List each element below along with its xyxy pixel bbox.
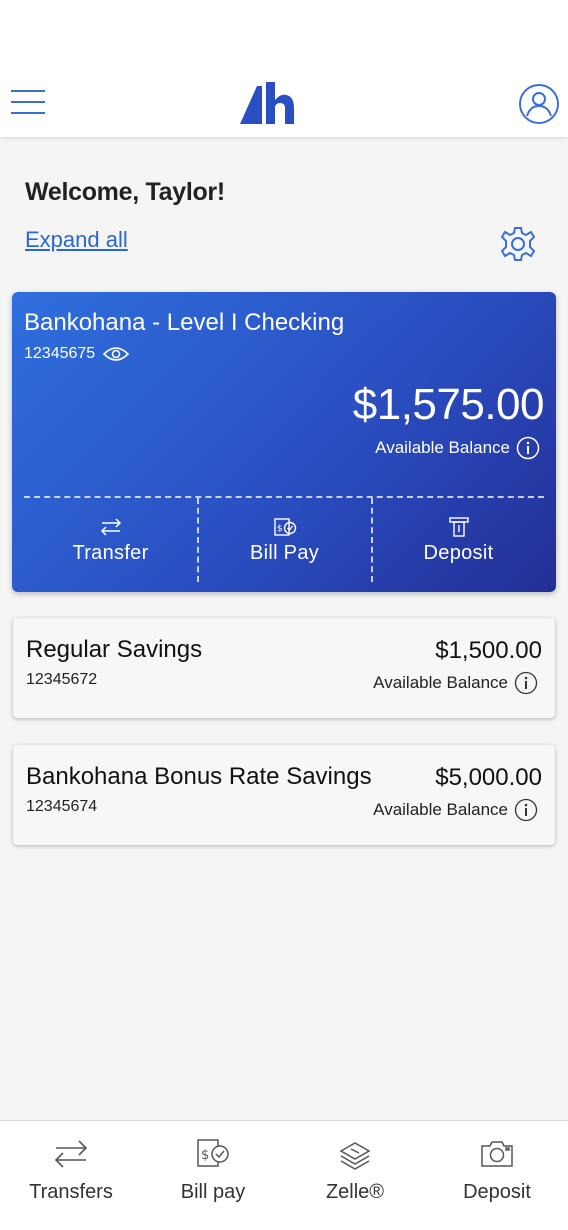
savings-account-card[interactable]: Regular Savings 12345672 $1,500.00 Avail… [13, 618, 555, 718]
available-balance-label: Available Balance [375, 438, 510, 457]
available-balance-row: Available Balance [375, 436, 540, 460]
nav-transfers[interactable]: Transfers [0, 1137, 142, 1217]
app-header [0, 68, 568, 138]
expand-all-link[interactable]: Expand all [25, 227, 128, 253]
account-balance: $1,500.00 [435, 637, 542, 664]
bonus-savings-account-card[interactable]: Bankohana Bonus Rate Savings 12345674 $5… [13, 745, 555, 845]
info-icon[interactable] [514, 671, 538, 695]
svg-text:$: $ [277, 524, 283, 534]
account-number: 12345675 [24, 345, 96, 362]
bill-pay-label: Bill Pay [249, 541, 320, 564]
info-icon[interactable] [516, 436, 540, 460]
nav-label: Zelle® [325, 1181, 385, 1203]
transfer-arrows-icon [100, 517, 121, 536]
svg-text:$: $ [201, 1148, 209, 1163]
available-balance-amount: $1,575.00 [352, 380, 545, 429]
nav-label: Transfers [29, 1181, 113, 1203]
status-bar-area [0, 0, 568, 68]
deposit-label: Deposit [423, 541, 494, 564]
bill-pay-button[interactable]: $ Bill Pay [198, 498, 371, 582]
nav-zelle[interactable]: Zelle® [284, 1137, 426, 1217]
welcome-greeting: Welcome, Taylor! [25, 178, 225, 206]
transfer-arrows-icon [54, 1140, 88, 1168]
bottom-navigation: Transfers $ Bill pay Zelle® Deposit [0, 1120, 568, 1230]
camera-icon [481, 1141, 513, 1167]
nav-bill-pay[interactable]: $ Bill pay [142, 1137, 284, 1217]
available-balance-label: Available Balance [373, 673, 508, 692]
available-balance-label: Available Balance [373, 800, 508, 819]
nav-deposit[interactable]: Deposit [426, 1137, 568, 1217]
hamburger-menu-icon[interactable] [10, 86, 46, 118]
bank-logo-icon[interactable] [240, 78, 300, 126]
eye-icon[interactable] [103, 345, 130, 363]
account-balance: $5,000.00 [435, 764, 542, 791]
nav-label: Deposit [463, 1181, 531, 1203]
checking-account-card[interactable]: Bankohana - Level I Checking 12345675 $1… [12, 292, 556, 592]
bill-pay-icon: $ [273, 517, 296, 536]
available-balance-row: Available Balance [373, 671, 538, 695]
account-name: Regular Savings [26, 636, 203, 663]
info-icon[interactable] [514, 798, 538, 822]
deposit-button[interactable]: Deposit [372, 498, 545, 582]
user-profile-icon[interactable] [518, 83, 560, 125]
nav-label: Bill pay [180, 1181, 246, 1203]
transfer-button[interactable]: Transfer [24, 498, 197, 582]
account-number: 12345674 [26, 798, 98, 815]
account-number: 12345672 [26, 671, 98, 688]
gear-icon[interactable] [499, 225, 537, 263]
check-deposit-icon [448, 516, 469, 537]
bill-pay-icon: $ [197, 1139, 229, 1167]
account-name: Bankohana Bonus Rate Savings [26, 763, 372, 790]
account-number-row: 12345675 [24, 345, 130, 363]
transfer-label: Transfer [72, 541, 149, 564]
account-name: Bankohana - Level I Checking [24, 309, 345, 336]
money-stack-icon [339, 1142, 371, 1170]
available-balance-row: Available Balance [373, 798, 538, 822]
